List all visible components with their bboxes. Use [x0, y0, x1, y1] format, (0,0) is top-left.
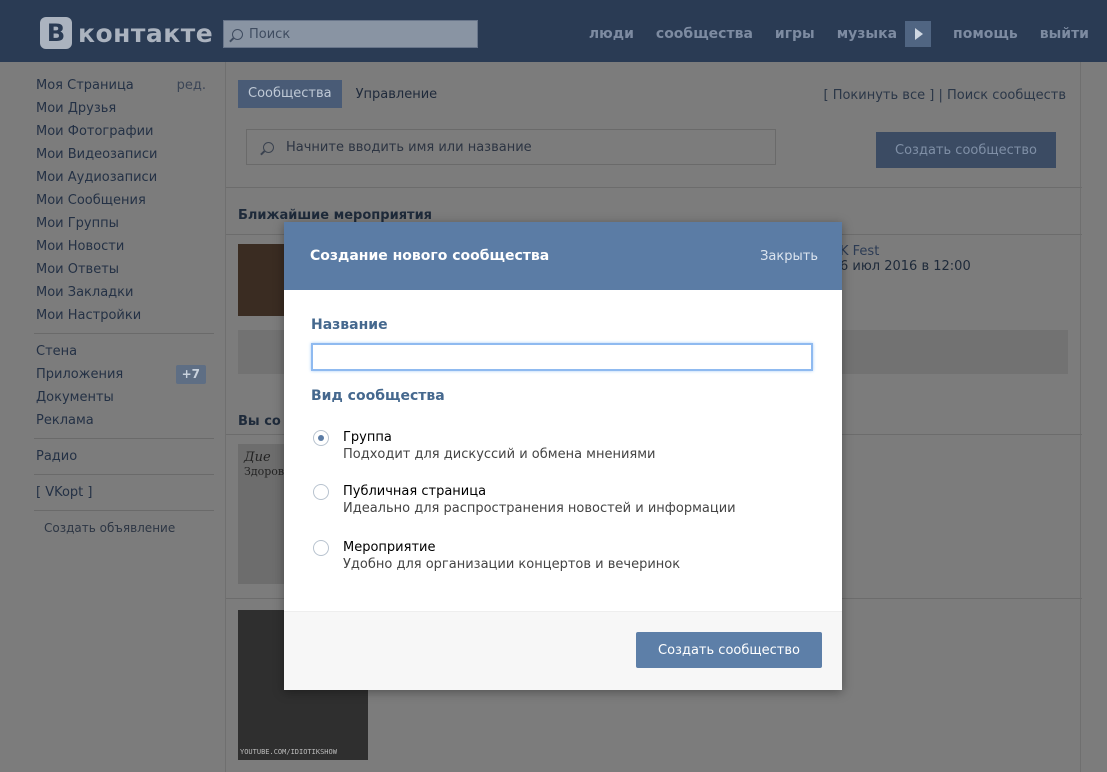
create-community-button[interactable]: Создать сообщество	[636, 632, 822, 668]
search-icon	[263, 141, 274, 153]
sidebar-item-ads[interactable]: Реклама	[26, 409, 216, 432]
sidebar-item-photos[interactable]: Мои Фотографии	[26, 120, 216, 143]
community-search-input[interactable]: Начните вводить имя или название	[246, 129, 776, 165]
sidebar-item-audio[interactable]: Мои Аудиозаписи	[26, 166, 216, 189]
sidebar-item-radio[interactable]: Радио	[26, 445, 216, 468]
nav-communities[interactable]: сообщества	[656, 26, 753, 42]
sidebar-item-label: Мои Сообщения	[36, 193, 146, 208]
logo-text: контакте	[78, 18, 214, 48]
option-description: Идеально для распространения новостей и …	[343, 501, 736, 516]
dialog-header: Создание нового сообщества Закрыть	[284, 222, 842, 290]
option-event[interactable]: Мероприятие Удобно для организации конце…	[313, 539, 680, 574]
sidebar-item-news[interactable]: Мои Новости	[26, 235, 216, 258]
sidebar-item-label: Приложения	[36, 367, 124, 382]
sidebar-item-answers[interactable]: Мои Ответы	[26, 258, 216, 281]
leave-all-link[interactable]: [ Покинуть все ]	[824, 88, 935, 103]
search-communities-link[interactable]: Поиск сообществ	[947, 88, 1066, 103]
header-search-placeholder: Поиск	[249, 26, 291, 42]
link-separator: |	[938, 88, 943, 103]
create-community-button-bg[interactable]: Создать сообщество	[876, 132, 1056, 168]
sidebar-item-label: Мои Закладки	[36, 285, 134, 300]
apps-count-badge: +7	[175, 365, 206, 384]
sidebar-divider	[34, 474, 214, 475]
sidebar-item-friends[interactable]: Мои Друзья	[26, 97, 216, 120]
option-description: Подходит для дискуссий и обмена мнениями	[343, 447, 656, 462]
option-title: Публичная страница	[343, 484, 487, 499]
nav-people[interactable]: люди	[589, 26, 634, 42]
sidebar-item-label: Стена	[36, 344, 78, 359]
sidebar-item-label: Мои Друзья	[36, 101, 117, 116]
vk-logo[interactable]: В контакте	[40, 17, 213, 49]
top-header: В контакте Поиск люди сообщества игры му…	[0, 0, 1107, 62]
sidebar-divider	[34, 510, 214, 511]
sidebar-item-label: Мои Группы	[36, 216, 119, 231]
logo-letter: В	[40, 17, 72, 49]
event-info: K Fest 6 июл 2016 в 12:00	[840, 244, 971, 274]
play-icon[interactable]	[905, 21, 932, 47]
option-title: Группа	[343, 430, 392, 445]
sidebar-item-apps[interactable]: Приложения +7	[26, 363, 216, 386]
sidebar-item-messages[interactable]: Мои Сообщения	[26, 189, 216, 212]
sidebar-item-groups[interactable]: Мои Группы	[26, 212, 216, 235]
sidebar-item-label: Реклама	[36, 413, 94, 428]
dialog-title: Создание нового сообщества	[310, 248, 550, 264]
sidebar-item-vkopt[interactable]: [ VKopt ]	[26, 481, 216, 504]
dialog-footer: Создать сообщество	[284, 611, 842, 690]
tabs: Сообщества Управление	[238, 80, 451, 108]
sidebar-item-settings[interactable]: Мои Настройки	[26, 304, 216, 327]
close-button[interactable]: Закрыть	[760, 249, 818, 264]
top-links: [ Покинуть все ] | Поиск сообществ	[824, 88, 1067, 103]
option-title: Мероприятие	[343, 540, 436, 555]
option-group[interactable]: Группа Подходит для дискуссий и обмена м…	[313, 429, 656, 464]
thumb-caption: YOUTUBE.COM/IDIOTIKSHOW	[240, 748, 337, 756]
community-search-placeholder: Начните вводить имя или название	[286, 139, 532, 155]
sidebar-item-bookmarks[interactable]: Мои Закладки	[26, 281, 216, 304]
name-label: Название	[311, 317, 388, 333]
nav-help[interactable]: помощь	[953, 26, 1018, 42]
sidebar-item-label: Мои Аудиозаписи	[36, 170, 158, 185]
nav-games[interactable]: игры	[775, 26, 815, 42]
sidebar-item-label: Мои Фотографии	[36, 124, 154, 139]
sidebar-item-label: Радио	[36, 449, 78, 464]
tab-management[interactable]: Управление	[342, 87, 452, 102]
sidebar-item-label: [ VKopt ]	[36, 485, 93, 500]
community-type-label: Вид сообщества	[311, 388, 445, 404]
option-description: Удобно для организации концертов и вечер…	[343, 557, 681, 572]
sidebar-item-wall[interactable]: Стена	[26, 340, 216, 363]
radio-public-page[interactable]	[313, 484, 329, 500]
sidebar-item-label: Мои Новости	[36, 239, 125, 254]
left-sidebar: Моя Страница ред. Мои Друзья Мои Фотогра…	[26, 74, 216, 535]
sidebar-item-label: Документы	[36, 390, 114, 405]
sidebar-item-documents[interactable]: Документы	[26, 386, 216, 409]
radio-event[interactable]	[313, 540, 329, 556]
your-groups-title: Вы со	[238, 414, 281, 429]
option-public-page[interactable]: Публичная страница Идеально для распрост…	[313, 483, 736, 518]
sidebar-divider	[34, 438, 214, 439]
edit-link[interactable]: ред.	[177, 74, 206, 97]
tab-communities[interactable]: Сообщества	[238, 80, 342, 108]
search-icon	[232, 28, 243, 40]
create-community-dialog: Создание нового сообщества Закрыть Назва…	[284, 222, 842, 690]
sidebar-item-videos[interactable]: Мои Видеозаписи	[26, 143, 216, 166]
nav-logout[interactable]: выйти	[1040, 26, 1089, 42]
divider	[226, 187, 1082, 188]
radio-group[interactable]	[313, 430, 329, 446]
top-nav: люди сообщества игры музыка помощь выйти	[567, 20, 1089, 48]
sidebar-item-label: Мои Настройки	[36, 308, 142, 323]
sidebar-item-label: Мои Ответы	[36, 262, 120, 277]
sidebar-divider	[34, 333, 214, 334]
event-date: 6 июл 2016 в 12:00	[840, 259, 971, 274]
sidebar-item-label: Моя Страница	[36, 78, 134, 93]
sidebar-item-label: Мои Видеозаписи	[36, 147, 158, 162]
event-name[interactable]: K Fest	[840, 244, 971, 259]
create-ad-link[interactable]: Создать объявление	[26, 521, 216, 535]
header-search-input[interactable]: Поиск	[223, 20, 478, 48]
nav-music[interactable]: музыка	[837, 26, 897, 42]
sidebar-item-my-page[interactable]: Моя Страница ред.	[26, 74, 216, 97]
community-name-input[interactable]	[311, 343, 813, 371]
events-section-title: Ближайшие мероприятия	[238, 208, 433, 223]
